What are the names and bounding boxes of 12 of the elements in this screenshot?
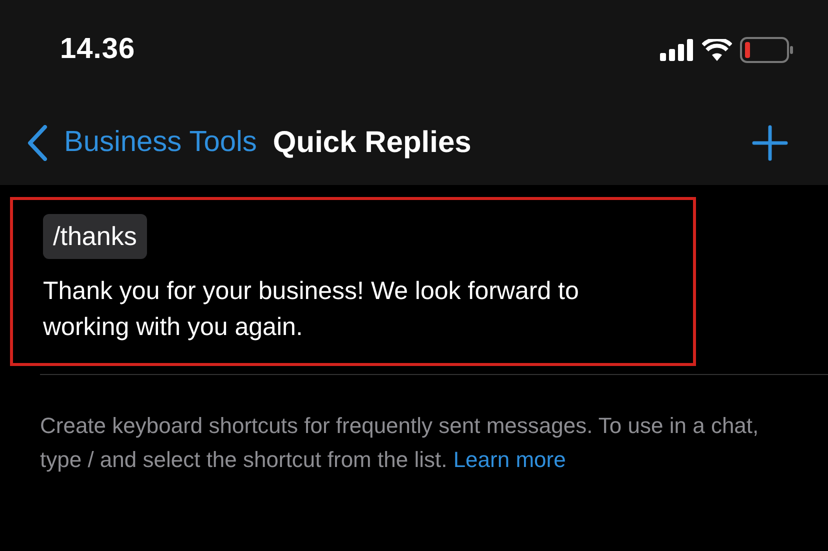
learn-more-link[interactable]: Learn more (453, 447, 566, 472)
shortcut-tag: /thanks (43, 214, 147, 259)
add-button[interactable] (752, 124, 788, 160)
reply-message: Thank you for your business! We look forward to working with you again. (43, 276, 580, 343)
wifi-icon (702, 39, 732, 61)
status-time: 14.36 (60, 32, 136, 68)
signal-icon (660, 39, 694, 61)
page-title: Quick Replies (272, 125, 472, 161)
back-chevron-icon[interactable] (26, 124, 48, 160)
help-text: Create keyboard shortcuts for frequently sent messages. To use in a chat, type / and select the shortcut from the list. Learn more (40, 412, 760, 474)
battery-icon (740, 37, 794, 63)
back-link[interactable]: Business Tools (64, 120, 257, 164)
